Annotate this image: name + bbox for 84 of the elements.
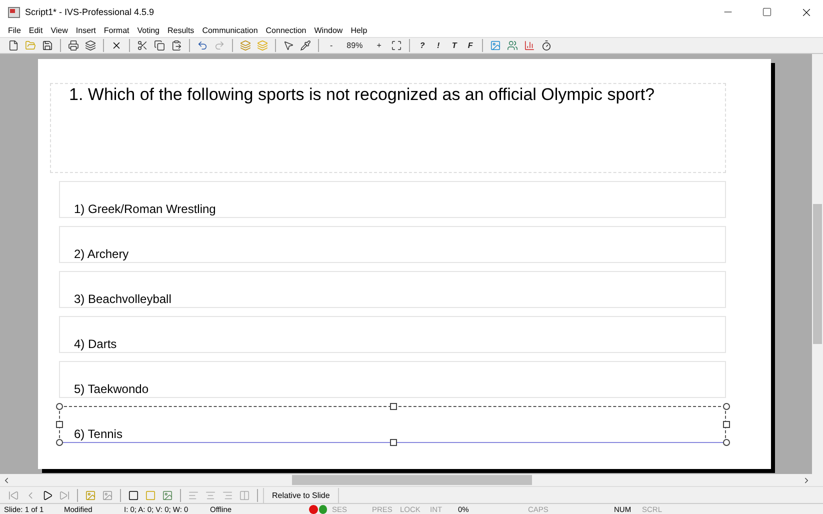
redo-icon: [214, 40, 225, 51]
menu-item[interactable]: View: [46, 26, 72, 35]
answer-text: 4) Darts: [74, 337, 117, 351]
window-title: Script1* - IVS-Professional 4.5.9: [25, 7, 156, 17]
question-text: 1. Which of the following sports is not recognized as an official Olympic sport?: [69, 85, 655, 105]
relative-to-slide-button[interactable]: Relative to Slide: [263, 488, 339, 502]
pipette-button[interactable]: [298, 38, 313, 52]
answer-box[interactable]: 3) Beachvolleyball: [59, 271, 726, 308]
document-icon: [8, 40, 19, 51]
align-left-icon: [188, 490, 199, 500]
layers-icon: [85, 40, 96, 51]
print-button[interactable]: [66, 38, 81, 52]
copy-button[interactable]: [152, 38, 167, 52]
folder-icon: [25, 40, 36, 51]
blank-view-button[interactable]: [126, 488, 141, 502]
menu-item[interactable]: Insert: [72, 26, 100, 35]
square-icon: [128, 490, 139, 500]
skip-forward-icon: [59, 490, 70, 500]
menu-item[interactable]: Edit: [24, 26, 47, 35]
answer-box[interactable]: 4) Darts: [59, 316, 726, 353]
answer-text: 6) Tennis: [74, 427, 122, 441]
answer-mark-button[interactable]: ?: [415, 38, 430, 52]
bring-forward-button[interactable]: [238, 38, 253, 52]
image-icon: [102, 490, 113, 500]
zoom-in-button[interactable]: +: [370, 38, 388, 52]
square-icon: [145, 490, 156, 500]
answer-box[interactable]: 1) Greek/Roman Wrestling: [59, 181, 726, 218]
align-right-icon: [222, 490, 233, 500]
skip-back-icon: [8, 490, 19, 500]
status-dot: [318, 504, 327, 514]
scissors-icon: [137, 40, 148, 51]
close-icon: [111, 40, 122, 51]
people-icon: [507, 40, 518, 51]
resize-handle[interactable]: [723, 439, 730, 446]
printer-icon: [68, 40, 79, 51]
save-button[interactable]: [40, 38, 55, 52]
answer-box[interactable]: 5) Taekwondo: [59, 361, 726, 398]
layers-icon: [257, 40, 268, 51]
pipette-icon: [300, 40, 311, 51]
columns-icon: [239, 490, 250, 500]
answer-text: 5) Taekwondo: [74, 382, 148, 396]
menu-item[interactable]: Format: [100, 26, 134, 35]
clipboard-icon: [171, 40, 182, 51]
align-center-icon: [205, 490, 216, 500]
menu-item[interactable]: Window: [310, 26, 347, 35]
status-dot: [309, 504, 318, 514]
pointer-icon: [283, 40, 294, 51]
resize-handle[interactable]: [723, 403, 730, 410]
resize-handle[interactable]: [56, 421, 63, 428]
resize-handle[interactable]: [56, 439, 63, 446]
maximize-icon: [762, 7, 772, 17]
answer-text: 3) Beachvolleyball: [74, 292, 172, 306]
answer-mark-button[interactable]: !: [431, 38, 446, 52]
properties-button[interactable]: [83, 38, 98, 52]
menu-item[interactable]: Communication: [198, 26, 262, 35]
answer-mark-button[interactable]: F: [463, 38, 478, 52]
picture-view-button[interactable]: [160, 488, 175, 502]
play-icon: [42, 490, 53, 500]
menu-item[interactable]: Connection: [262, 26, 310, 35]
participants-button[interactable]: [505, 38, 520, 52]
answer-mark-button[interactable]: T: [447, 38, 462, 52]
answer-text: 2) Archery: [74, 247, 129, 261]
resize-handle[interactable]: [390, 439, 397, 446]
bar-chart-icon: [524, 40, 536, 51]
menu-item[interactable]: File: [4, 26, 25, 35]
copy-icon: [154, 40, 165, 51]
resize-handle[interactable]: [56, 403, 63, 410]
zoom-out-button[interactable]: -: [324, 38, 339, 52]
undo-icon: [197, 40, 208, 51]
menu-item[interactable]: Voting: [133, 26, 164, 35]
fit-icon: [391, 40, 402, 51]
menu-item[interactable]: Results: [164, 26, 198, 35]
resize-handle[interactable]: [390, 403, 397, 410]
menu-item[interactable]: Help: [346, 26, 372, 35]
zoom-level[interactable]: 89%: [340, 38, 369, 52]
stopwatch-icon: [541, 40, 552, 51]
app-icon: [8, 6, 20, 18]
image-icon: [490, 40, 502, 51]
image-icon: [85, 490, 96, 500]
answer-text: 1) Greek/Roman Wrestling: [74, 202, 216, 216]
image-icon: [162, 490, 173, 500]
answer-box[interactable]: 2) Archery: [59, 226, 726, 263]
layers-icon: [240, 40, 251, 51]
resize-handle[interactable]: [723, 421, 730, 428]
